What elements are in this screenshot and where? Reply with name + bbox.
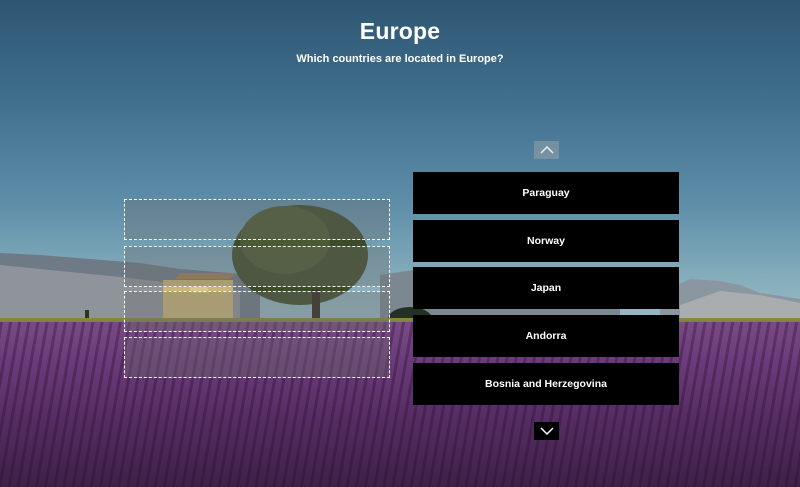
background-image (0, 0, 800, 487)
drop-zone-3[interactable] (124, 291, 390, 332)
quiz-question: Which countries are located in Europe? (296, 53, 504, 65)
drop-zone-2[interactable] (124, 246, 390, 287)
scroll-down-button[interactable] (534, 422, 559, 440)
chevron-up-icon (539, 146, 554, 154)
chevron-down-icon (539, 427, 554, 435)
option-bosnia-and-herzegovina[interactable]: Bosnia and Herzegovina (413, 363, 679, 405)
option-andorra[interactable]: Andorra (413, 315, 679, 357)
option-paraguay[interactable]: Paraguay (413, 172, 679, 214)
quiz-title: Europe (359, 18, 441, 44)
drop-zone-1[interactable] (124, 199, 390, 240)
drop-zone-4[interactable] (124, 337, 390, 378)
option-norway[interactable]: Norway (413, 220, 679, 262)
lavender-field (0, 322, 800, 487)
scroll-up-button[interactable] (534, 141, 559, 159)
option-japan[interactable]: Japan (413, 267, 679, 309)
